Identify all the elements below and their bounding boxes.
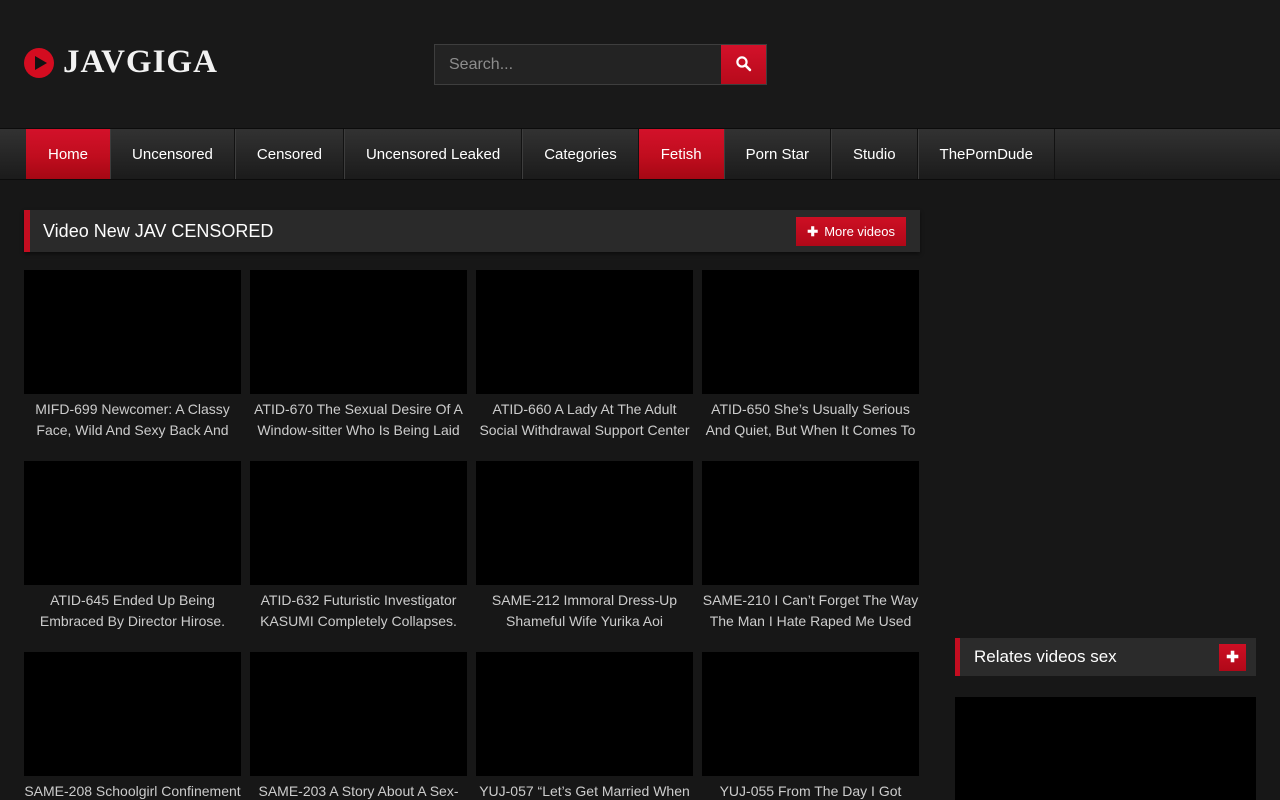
video-title: YUJ-057 “Let’s Get Married When (476, 781, 693, 800)
video-thumbnail[interactable] (250, 652, 467, 776)
more-videos-button[interactable]: ✚ More videos (796, 217, 906, 246)
video-title: SAME-208 Schoolgirl Confinement (24, 781, 241, 800)
nav-item-home[interactable]: Home (26, 129, 110, 179)
nav-item-theporndude[interactable]: ThePornDude (918, 129, 1055, 179)
video-thumbnail[interactable] (24, 652, 241, 776)
video-thumbnail[interactable] (250, 270, 467, 394)
video-card[interactable]: MIFD-699 Newcomer: A Classy Face, Wild A… (24, 270, 241, 441)
video-card[interactable]: ATID-650 She’s Usually Serious And Quiet… (702, 270, 919, 441)
video-thumbnail[interactable] (476, 652, 693, 776)
play-circle-icon (24, 48, 54, 78)
video-card[interactable]: YUJ-055 From The Day I Got (702, 652, 919, 800)
video-thumbnail[interactable] (702, 461, 919, 585)
more-videos-label: More videos (824, 224, 895, 239)
sidebar-section-title: Relates videos sex (974, 647, 1117, 667)
video-title: MIFD-699 Newcomer: A Classy Face, Wild A… (24, 399, 241, 441)
video-title: ATID-645 Ended Up Being Embraced By Dire… (24, 590, 241, 632)
nav-item-porn-star[interactable]: Porn Star (724, 129, 831, 179)
video-card[interactable]: SAME-203 A Story About A Sex- (250, 652, 467, 800)
search-form (434, 44, 767, 85)
search-input[interactable] (435, 45, 721, 84)
section-title: Video New JAV CENSORED (43, 221, 273, 242)
related-video-thumbnail[interactable] (955, 697, 1256, 800)
video-grid: MIFD-699 Newcomer: A Classy Face, Wild A… (24, 270, 920, 800)
video-card[interactable]: SAME-210 I Can’t Forget The Way The Man … (702, 461, 919, 632)
video-thumbnail[interactable] (24, 270, 241, 394)
main-nav: Home Uncensored Censored Uncensored Leak… (0, 128, 1280, 180)
video-title: SAME-212 Immoral Dress-Up Shameful Wife … (476, 590, 693, 632)
site-title: JAVGIGA (63, 46, 218, 79)
plus-icon: ✚ (1226, 648, 1239, 666)
video-card[interactable]: ATID-670 The Sexual Desire Of A Window-s… (250, 270, 467, 441)
magnifier-icon (735, 55, 752, 75)
video-card[interactable]: ATID-645 Ended Up Being Embraced By Dire… (24, 461, 241, 632)
plus-icon: ✚ (807, 225, 818, 238)
video-thumbnail[interactable] (702, 652, 919, 776)
sidebar-section-header: Relates videos sex ✚ (955, 638, 1256, 676)
video-thumbnail[interactable] (250, 461, 467, 585)
video-thumbnail[interactable] (476, 270, 693, 394)
video-card[interactable]: SAME-212 Immoral Dress-Up Shameful Wife … (476, 461, 693, 632)
site-logo[interactable]: JAVGIGA (24, 46, 218, 79)
video-title: ATID-670 The Sexual Desire Of A Window-s… (250, 399, 467, 441)
video-card[interactable]: ATID-632 Futuristic Investigator KASUMI … (250, 461, 467, 632)
sidebar-expand-button[interactable]: ✚ (1219, 644, 1246, 671)
video-title: ATID-632 Futuristic Investigator KASUMI … (250, 590, 467, 632)
video-card[interactable]: SAME-208 Schoolgirl Confinement (24, 652, 241, 800)
sidebar: Relates videos sex ✚ (955, 210, 1256, 800)
section-header-new-jav-censored: Video New JAV CENSORED ✚ More videos (24, 210, 920, 252)
video-card[interactable]: ATID-660 A Lady At The Adult Social With… (476, 270, 693, 441)
video-card[interactable]: YUJ-057 “Let’s Get Married When (476, 652, 693, 800)
main-column: Video New JAV CENSORED ✚ More videos MIF… (24, 210, 920, 800)
nav-item-fetish[interactable]: Fetish (639, 129, 724, 179)
video-thumbnail[interactable] (476, 461, 693, 585)
video-title: YUJ-055 From The Day I Got (702, 781, 919, 800)
nav-item-censored[interactable]: Censored (235, 129, 344, 179)
video-title: SAME-203 A Story About A Sex- (250, 781, 467, 800)
content-area: Video New JAV CENSORED ✚ More videos MIF… (0, 210, 1280, 800)
nav-item-uncensored-leaked[interactable]: Uncensored Leaked (344, 129, 522, 179)
video-thumbnail[interactable] (24, 461, 241, 585)
video-title: ATID-650 She’s Usually Serious And Quiet… (702, 399, 919, 441)
video-title: ATID-660 A Lady At The Adult Social With… (476, 399, 693, 441)
search-button[interactable] (721, 45, 766, 84)
nav-item-categories[interactable]: Categories (522, 129, 639, 179)
nav-item-studio[interactable]: Studio (831, 129, 918, 179)
site-header: JAVGIGA (0, 0, 1280, 128)
nav-item-uncensored[interactable]: Uncensored (110, 129, 235, 179)
video-title: SAME-210 I Can’t Forget The Way The Man … (702, 590, 919, 632)
video-thumbnail[interactable] (702, 270, 919, 394)
